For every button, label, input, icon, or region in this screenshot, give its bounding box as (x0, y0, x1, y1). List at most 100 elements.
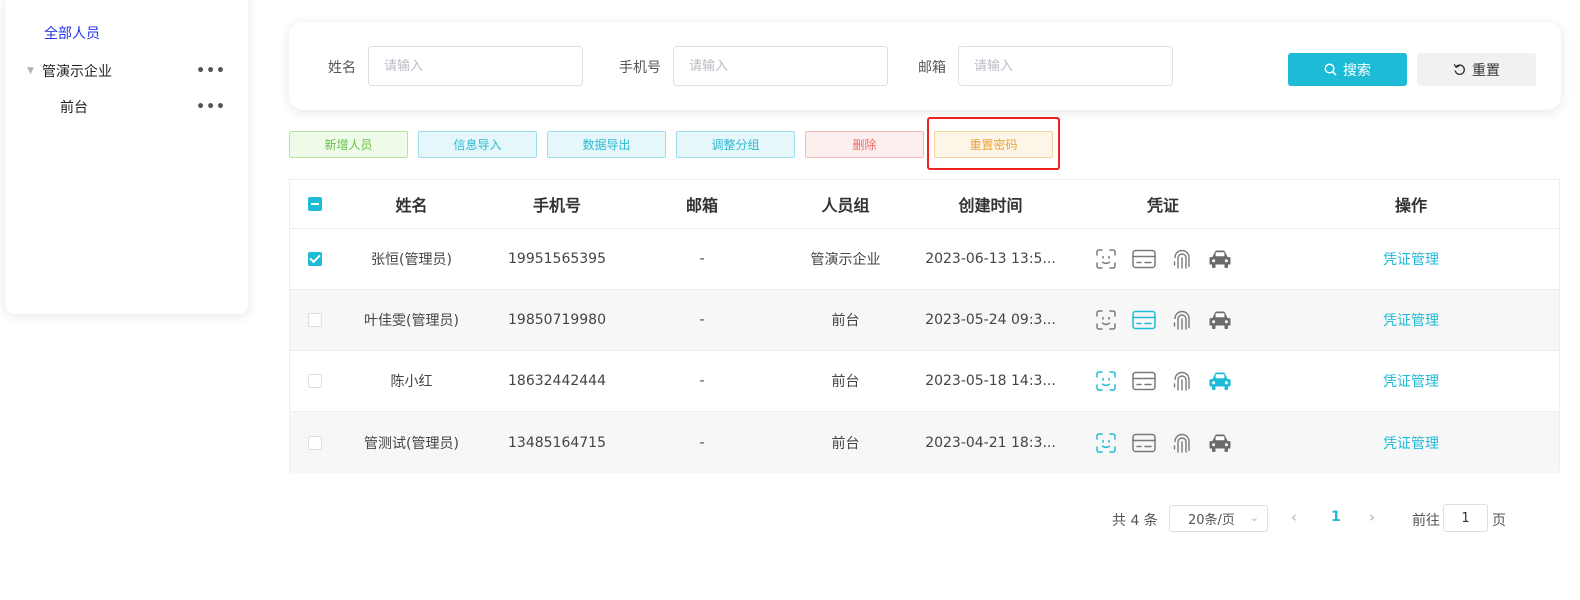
cell-operation: 凭证管理 (1263, 229, 1559, 289)
face-scan-icon[interactable] (1093, 307, 1120, 334)
credential-icons (1093, 307, 1234, 334)
table-row: 管测试(管理员) 13485164715 - 前台 2023-04-21 18:… (290, 412, 1559, 473)
table-row: 张恒(管理员) 19951565395 - 管演示企业 2023-06-13 1… (290, 229, 1559, 290)
face-scan-icon[interactable] (1093, 368, 1120, 395)
fingerprint-icon[interactable] (1169, 246, 1196, 273)
pagination-total: 共 4 条 (1112, 513, 1158, 529)
row-checkbox[interactable] (308, 435, 322, 450)
fingerprint-icon[interactable] (1169, 429, 1196, 456)
cell-name: 陈小红 (390, 374, 433, 390)
more-icon[interactable]: ••• (196, 64, 226, 78)
cell-phone: 18632442444 (508, 373, 606, 389)
row-check-cell (290, 351, 340, 411)
cell-email: - (699, 251, 705, 267)
add-staff-button[interactable]: 新增人员 (289, 131, 408, 158)
org-tree-panel: 全部人员 ▼ 管演示企业 ••• 前台 ••• (5, 0, 248, 314)
cell-group: 前台 (831, 435, 860, 452)
page-unit-label: 页 (1492, 513, 1506, 529)
face-scan-icon[interactable] (1093, 246, 1120, 273)
goto-label: 前往 (1412, 513, 1440, 529)
name-label: 姓名 (328, 60, 356, 76)
header-check-cell (290, 180, 340, 228)
cell-name: 管测试(管理员) (364, 435, 459, 452)
cell-credentials (1063, 290, 1263, 350)
select-all-checkbox[interactable] (308, 197, 322, 211)
refresh-icon (1453, 64, 1465, 75)
tree-node-label[interactable]: 管演示企业 (42, 61, 112, 81)
tree-node-all-staff[interactable]: 全部人员 (5, 20, 248, 46)
id-card-icon[interactable] (1131, 429, 1158, 456)
cell-phone: 19951565395 (508, 251, 606, 267)
header-credentials: 凭证 (1146, 196, 1179, 215)
caret-down-icon[interactable]: ▼ (27, 66, 34, 76)
email-label: 邮箱 (918, 60, 946, 76)
tree-node-company[interactable]: ▼ 管演示企业 ••• (5, 58, 248, 84)
export-button[interactable]: 数据导出 (547, 131, 666, 158)
search-panel: 姓名 手机号 邮箱 搜索 重置 (289, 22, 1561, 110)
row-check-cell (290, 229, 340, 289)
id-card-icon[interactable] (1131, 307, 1158, 334)
phone-input[interactable] (673, 46, 888, 86)
id-card-icon[interactable] (1131, 246, 1158, 273)
header-email: 邮箱 (685, 196, 718, 215)
cell-phone: 13485164715 (508, 434, 606, 451)
car-icon[interactable] (1207, 307, 1234, 334)
car-icon[interactable] (1207, 429, 1234, 456)
fingerprint-icon[interactable] (1169, 368, 1196, 395)
credential-manage-link[interactable]: 凭证管理 (1383, 433, 1439, 453)
table-row: 陈小红 18632442444 - 前台 2023-05-18 14:3... … (290, 351, 1559, 412)
search-button[interactable]: 搜索 (1288, 53, 1407, 86)
car-icon[interactable] (1207, 368, 1234, 395)
credential-icons (1093, 429, 1234, 456)
fingerprint-icon[interactable] (1169, 307, 1196, 334)
row-checkbox[interactable] (308, 252, 322, 266)
name-input[interactable] (368, 46, 583, 86)
staff-table: 姓名 手机号 邮箱 人员组 创建时间 凭证 操作 张恒(管理员) 1995156… (289, 179, 1560, 473)
page-number-current[interactable]: 1 (1331, 509, 1341, 525)
cell-name: 张恒(管理员) (371, 252, 452, 268)
goto-page-input[interactable] (1443, 504, 1488, 532)
credential-icons (1093, 246, 1234, 273)
car-icon[interactable] (1207, 246, 1234, 273)
cell-credentials (1063, 412, 1263, 473)
credential-manage-link[interactable]: 凭证管理 (1383, 249, 1439, 269)
header-created: 创建时间 (958, 196, 1023, 215)
tree-node-label[interactable]: 全部人员 (44, 23, 100, 43)
tree-node-label[interactable]: 前台 (60, 97, 88, 117)
cell-email: - (699, 312, 705, 328)
more-icon[interactable]: ••• (196, 100, 226, 114)
cell-created: 2023-04-21 18:3... (925, 434, 1056, 451)
cell-name: 叶佳雯(管理员) (364, 313, 459, 329)
header-group: 人员组 (821, 196, 870, 215)
reset-password-button[interactable]: 重置密码 (934, 131, 1053, 158)
prev-page-button[interactable]: ‹ (1291, 508, 1297, 526)
app-root: 全部人员 ▼ 管演示企业 ••• 前台 ••• 姓名 手机号 邮箱 搜索 (0, 0, 1580, 600)
row-check-cell (290, 412, 340, 473)
search-button-label: 搜索 (1343, 62, 1371, 79)
cell-email: - (699, 434, 705, 451)
phone-label: 手机号 (619, 60, 661, 76)
credential-manage-link[interactable]: 凭证管理 (1383, 371, 1439, 391)
credential-manage-link[interactable]: 凭证管理 (1383, 310, 1439, 330)
header-name: 姓名 (395, 196, 428, 215)
row-checkbox[interactable] (308, 313, 322, 327)
cell-operation: 凭证管理 (1263, 412, 1559, 473)
reset-button-label: 重置 (1472, 62, 1500, 79)
id-card-icon[interactable] (1131, 368, 1158, 395)
email-input[interactable] (958, 46, 1173, 86)
page-size-value: 20条/页 (1188, 513, 1235, 528)
table-header: 姓名 手机号 邮箱 人员组 创建时间 凭证 操作 (290, 180, 1559, 229)
tree-node-front-desk[interactable]: 前台 ••• (5, 94, 248, 120)
cell-group: 前台 (831, 374, 860, 390)
row-checkbox[interactable] (308, 374, 322, 388)
cell-created: 2023-06-13 13:5... (925, 251, 1056, 267)
table-row: 叶佳雯(管理员) 19850719980 - 前台 2023-05-24 09:… (290, 290, 1559, 351)
page-size-select[interactable]: 20条/页 ⌄ (1169, 505, 1268, 532)
next-page-button[interactable]: › (1369, 508, 1375, 526)
import-button[interactable]: 信息导入 (418, 131, 537, 158)
adjust-group-button[interactable]: 调整分组 (676, 131, 795, 158)
header-phone: 手机号 (532, 196, 581, 215)
reset-button[interactable]: 重置 (1417, 53, 1536, 86)
face-scan-icon[interactable] (1093, 429, 1120, 456)
delete-button[interactable]: 删除 (805, 131, 924, 158)
